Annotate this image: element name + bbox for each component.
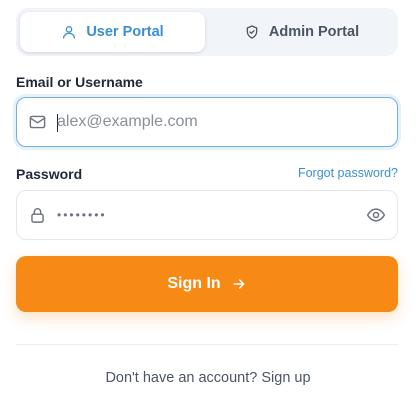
tab-user-portal-label: User Portal [86, 24, 164, 40]
tab-user-portal[interactable]: User Portal [20, 12, 205, 52]
arrow-right-icon [231, 276, 247, 292]
tab-admin-portal[interactable]: Admin Portal [209, 12, 394, 52]
lock-icon [28, 206, 47, 225]
user-icon [61, 24, 77, 40]
signup-prompt: Don't have an account? [105, 370, 258, 386]
password-label: Password [16, 166, 83, 182]
email-field[interactable] [16, 97, 398, 147]
email-input[interactable] [57, 98, 357, 146]
shield-check-icon [244, 24, 260, 40]
mail-icon [28, 113, 47, 132]
forgot-password-link[interactable]: Forgot password? [298, 166, 398, 180]
sign-up-link[interactable]: Sign up [261, 370, 310, 386]
eye-icon[interactable] [366, 205, 386, 225]
sign-in-button[interactable]: Sign In [16, 256, 398, 312]
email-label: Email or Username [16, 74, 143, 90]
tab-admin-portal-label: Admin Portal [268, 24, 360, 40]
signup-footer: Don't have an account? Sign up [0, 370, 416, 386]
password-masked-value[interactable]: •••••••• [57, 208, 107, 222]
divider [16, 344, 398, 345]
password-field[interactable]: •••••••• [16, 190, 398, 240]
sign-in-label: Sign In [167, 275, 221, 292]
portal-tabs: User Portal Admin Portal [16, 8, 398, 56]
